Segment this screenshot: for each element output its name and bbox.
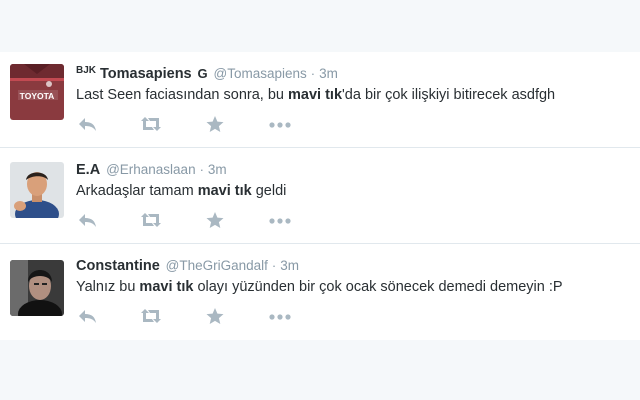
tweet-text: Arkadaşlar tamam mavi tık geldi	[76, 181, 630, 201]
display-name[interactable]: Constantine	[76, 258, 160, 274]
tweet-text: Yalnız bu mavi tık olayı yüzünden bir ço…	[76, 277, 630, 297]
display-name[interactable]: E.A	[76, 162, 100, 178]
favorite-icon[interactable]	[204, 306, 228, 326]
username[interactable]: @Tomasapiens	[214, 66, 307, 81]
tweet-text-part: 'da bir çok ilişkiyi bitirecek asdfgh	[342, 87, 556, 103]
tweet-header: Constantine @TheGriGandalf · 3m	[76, 255, 630, 275]
username[interactable]: @TheGriGandalf	[166, 258, 268, 273]
avatar[interactable]	[10, 260, 64, 316]
favorite-icon[interactable]	[204, 210, 228, 230]
timestamp[interactable]: 3m	[208, 162, 227, 177]
tweet-header: E.A @Erhanaslaan · 3m	[76, 159, 630, 179]
reply-icon[interactable]	[76, 114, 100, 134]
tweet-text-bold: mavi tık	[139, 279, 194, 295]
more-icon[interactable]	[267, 306, 291, 326]
display-name[interactable]: Tomasapiens	[100, 66, 192, 82]
avatar-jersey-text: TOYOTA	[20, 91, 55, 101]
reply-icon[interactable]	[76, 306, 100, 326]
more-icon[interactable]	[267, 210, 291, 230]
retweet-icon[interactable]	[139, 306, 163, 326]
timestamp[interactable]: 3m	[280, 258, 299, 273]
tweet-text-part: Yalnız bu	[76, 279, 140, 295]
separator: ·	[271, 258, 277, 273]
reply-icon[interactable]	[76, 210, 100, 230]
separator: ·	[199, 162, 204, 177]
tweet-text-bold: mavi tık	[288, 87, 343, 103]
tweet-header: BJK Tomasapiens G @Tomasapiens · 3m	[76, 63, 630, 83]
retweet-icon[interactable]	[139, 114, 163, 134]
avatar[interactable]: TOYOTA	[10, 64, 64, 120]
favorite-icon[interactable]	[204, 114, 228, 134]
tweet-text-bold: mavi tık	[197, 183, 252, 199]
more-icon[interactable]	[267, 114, 291, 134]
tweet-text-part: Arkadaşlar tamam	[76, 183, 198, 199]
tweet-text-part: olayı yüzünden bir çok ocak sönecek deme…	[193, 279, 563, 295]
name-prefix: BJK	[76, 65, 97, 76]
tweet-text-part: geldi	[251, 183, 287, 199]
username[interactable]: @Erhanaslaan	[106, 162, 196, 177]
retweet-icon[interactable]	[139, 210, 163, 230]
timestamp[interactable]: 3m	[319, 66, 338, 81]
name-suffix-icon: G	[197, 66, 208, 81]
tweet-timeline: TOYOTA BJK Tomasapiens G @Tomasapiens · 3m …	[0, 52, 640, 340]
avatar[interactable]	[10, 162, 64, 218]
tweet[interactable]: TOYOTA BJK Tomasapiens G @Tomasapiens · 3m …	[0, 52, 640, 148]
tweet[interactable]: E.A @Erhanaslaan · 3m Arkadaşlar tamam mav…	[0, 148, 640, 244]
tweet-text-part: Last Seen faciasından sonra, bu	[76, 87, 289, 103]
separator: ·	[310, 66, 316, 81]
tweet[interactable]: Constantine @TheGriGandalf · 3m Yalnız bu …	[0, 244, 640, 340]
tweet-text: Last Seen faciasından sonra, bu mavi tık…	[76, 85, 630, 105]
